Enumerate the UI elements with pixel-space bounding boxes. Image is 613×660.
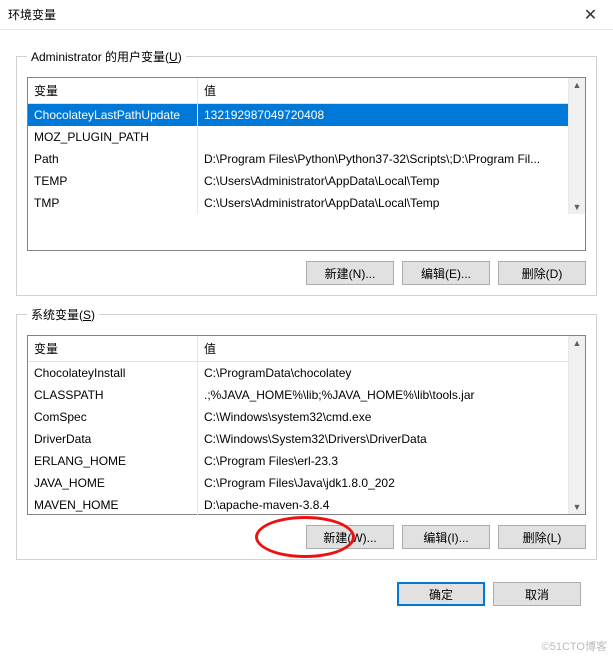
var-value [198,126,568,148]
var-value: C:\ProgramData\chocolatey [198,362,568,384]
var-name: ERLANG_HOME [28,450,198,472]
table-row[interactable]: MAVEN_HOMED:\apache-maven-3.8.4 [28,494,568,516]
scroll-down-icon[interactable]: ▼ [573,500,582,514]
table-row[interactable]: CLASSPATH.;%JAVA_HOME%\lib;%JAVA_HOME%\l… [28,384,568,406]
var-name: Path [28,148,198,170]
var-name: DriverData [28,428,198,450]
system-new-button[interactable]: 新建(W)... [306,525,394,549]
table-row[interactable]: ChocolateyInstallC:\ProgramData\chocolat… [28,362,568,384]
user-vars-group: Administrator 的用户变量(U) 变量 值 ChocolateyLa… [16,48,597,296]
var-value: D:\apache-maven-3.8.4 [198,494,568,516]
var-name: ComSpec [28,406,198,428]
col-value[interactable]: 值 [198,336,568,361]
col-value[interactable]: 值 [198,78,568,103]
var-name: ChocolateyInstall [28,362,198,384]
col-variable[interactable]: 变量 [28,336,198,361]
var-value: C:\Users\Administrator\AppData\Local\Tem… [198,192,568,214]
cancel-button[interactable]: 取消 [493,582,581,606]
system-rows[interactable]: ChocolateyInstallC:\ProgramData\chocolat… [28,362,568,516]
scrollbar[interactable]: ▲ ▼ [568,336,585,514]
var-value: C:\Program Files\erl-23.3 [198,450,568,472]
titlebar: 环境变量 ✕ [0,0,613,30]
var-value: C:\Program Files\Java\jdk1.8.0_202 [198,472,568,494]
var-value: 132192987049720408 [198,104,568,126]
table-row[interactable]: MOZ_PLUGIN_PATH [28,126,568,148]
system-vars-group: 系统变量(S) 变量 值 ChocolateyInstallC:\Program… [16,306,597,560]
close-icon[interactable]: ✕ [568,0,613,30]
user-rows[interactable]: ChocolateyLastPathUpdate1321929870497204… [28,104,568,214]
user-edit-button[interactable]: 编辑(E)... [402,261,490,285]
user-new-button[interactable]: 新建(N)... [306,261,394,285]
system-table-header: 变量 值 [28,336,568,362]
table-row[interactable]: ERLANG_HOMEC:\Program Files\erl-23.3 [28,450,568,472]
system-vars-table: 变量 值 ChocolateyInstallC:\ProgramData\cho… [27,335,586,515]
system-delete-button[interactable]: 删除(L) [498,525,586,549]
user-vars-table: 变量 值 ChocolateyLastPathUpdate13219298704… [27,77,586,251]
user-vars-legend: Administrator 的用户变量(U) [27,48,186,65]
col-variable[interactable]: 变量 [28,78,198,103]
table-row[interactable]: TMPC:\Users\Administrator\AppData\Local\… [28,192,568,214]
var-name: CLASSPATH [28,384,198,406]
scroll-up-icon[interactable]: ▲ [573,78,582,92]
scroll-up-icon[interactable]: ▲ [573,336,582,350]
scrollbar[interactable]: ▲ ▼ [568,78,585,214]
system-buttons-row: 新建(W)... 编辑(I)... 删除(L) [27,525,586,549]
var-value: C:\Windows\System32\Drivers\DriverData [198,428,568,450]
ok-button[interactable]: 确定 [397,582,485,606]
table-row[interactable]: PathD:\Program Files\Python\Python37-32\… [28,148,568,170]
user-buttons-row: 新建(N)... 编辑(E)... 删除(D) [27,261,586,285]
dialog-content: Administrator 的用户变量(U) 变量 值 ChocolateyLa… [0,30,613,630]
var-value: C:\Windows\system32\cmd.exe [198,406,568,428]
var-value: D:\Program Files\Python\Python37-32\Scri… [198,148,568,170]
var-name: TEMP [28,170,198,192]
var-name: MOZ_PLUGIN_PATH [28,126,198,148]
user-table-header: 变量 值 [28,78,568,104]
table-row[interactable]: JAVA_HOMEC:\Program Files\Java\jdk1.8.0_… [28,472,568,494]
scroll-down-icon[interactable]: ▼ [573,200,582,214]
watermark: ©51CTO博客 [542,638,607,654]
var-name: JAVA_HOME [28,472,198,494]
table-row[interactable]: ComSpecC:\Windows\system32\cmd.exe [28,406,568,428]
system-edit-button[interactable]: 编辑(I)... [402,525,490,549]
var-value: C:\Users\Administrator\AppData\Local\Tem… [198,170,568,192]
var-value: .;%JAVA_HOME%\lib;%JAVA_HOME%\lib\tools.… [198,384,568,406]
var-name: MAVEN_HOME [28,494,198,516]
dialog-footer: 确定 取消 [16,570,597,618]
table-row[interactable]: TEMPC:\Users\Administrator\AppData\Local… [28,170,568,192]
user-delete-button[interactable]: 删除(D) [498,261,586,285]
table-row[interactable]: DriverDataC:\Windows\System32\Drivers\Dr… [28,428,568,450]
var-name: TMP [28,192,198,214]
system-vars-legend: 系统变量(S) [27,306,99,323]
window-title: 环境变量 [8,6,56,23]
var-name: ChocolateyLastPathUpdate [28,104,198,126]
table-row[interactable]: ChocolateyLastPathUpdate1321929870497204… [28,104,568,126]
